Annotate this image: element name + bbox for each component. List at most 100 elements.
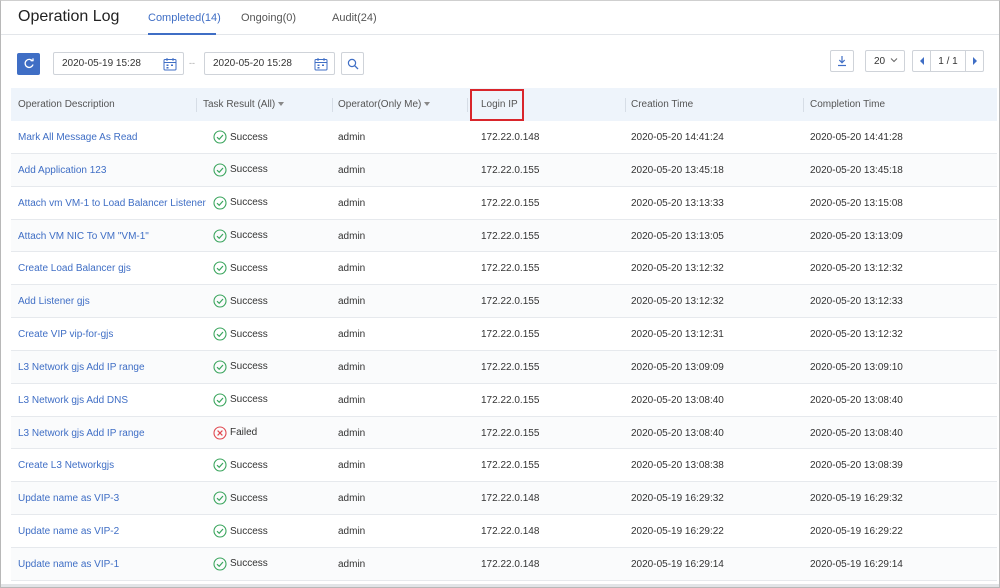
creation-time-cell: 2020-05-19 16:29:14 (631, 558, 724, 570)
task-result-cell: Failed (213, 426, 257, 440)
page-header: Operation Log Completed(14) Ongoing(0) A… (1, 1, 999, 35)
success-check-icon (213, 228, 227, 243)
success-check-icon (213, 327, 227, 341)
completion-time-cell: 2020-05-20 13:08:39 (810, 460, 903, 472)
table-row: L3 Network gjs Add IP range Success admin 1… (11, 350, 997, 384)
task-result-cell: Success (213, 327, 268, 341)
end-date-value: 2020-05-20 15:28 (213, 58, 292, 69)
completion-time-cell: 2020-05-20 13:45:18 (810, 164, 903, 176)
creation-time-cell: 2020-05-20 14:41:24 (631, 132, 724, 143)
operation-description-link[interactable]: Update name as VIP-1 (18, 559, 119, 570)
success-check-icon (213, 360, 227, 374)
login-ip-cell: 172.22.0.148 (481, 132, 540, 143)
page-info: 1 / 1 (938, 56, 958, 67)
failed-x-icon (213, 426, 227, 440)
operation-description-link[interactable]: L3 Network gjs Add DNS (18, 395, 128, 406)
prev-page-button[interactable] (913, 51, 931, 71)
success-check-icon (213, 261, 227, 275)
search-button[interactable] (341, 52, 364, 75)
tab-audit[interactable]: Audit(24) (332, 12, 377, 24)
operator-cell: admin (338, 296, 366, 308)
filter-caret-icon[interactable] (278, 102, 285, 106)
bottom-scroll-edge (1, 584, 999, 587)
success-check-icon (213, 524, 227, 538)
operation-description-link[interactable]: Create Load Balancer gjs (18, 263, 131, 274)
completion-time-cell: 2020-05-20 13:12:32 (810, 329, 903, 341)
operation-description-link[interactable]: Update name as VIP-2 (18, 526, 119, 537)
operation-description-link[interactable]: Create L3 Networkgjs (18, 460, 114, 471)
login-ip-cell: 172.22.0.155 (481, 394, 540, 406)
operation-description-link[interactable]: Add Listener gjs (18, 296, 90, 307)
calendar-icon[interactable] (314, 57, 328, 71)
operation-description-link[interactable]: L3 Network gjs Add IP range (18, 362, 145, 373)
task-result-cell: Success (213, 196, 268, 210)
login-ip-highlight-box (470, 89, 524, 121)
task-result-cell: Success (213, 557, 268, 571)
calendar-icon[interactable] (163, 57, 177, 71)
download-icon (838, 56, 846, 67)
completion-time-cell: 2020-05-20 13:13:09 (810, 230, 903, 242)
table-row: Update name as VIP-1 Success admin 172.22.0… (11, 547, 997, 581)
search-icon (347, 58, 358, 69)
date-range-separator: -- (189, 58, 195, 68)
column-divider (332, 98, 333, 112)
operator-cell: admin (338, 230, 366, 242)
column-header-completion-time: Completion Time (810, 99, 886, 110)
download-button[interactable] (830, 50, 854, 72)
creation-time-cell: 2020-05-20 13:45:18 (631, 164, 724, 176)
completion-time-cell: 2020-05-19 16:29:22 (810, 526, 903, 538)
table-row: Create L3 Networkgjs Success admin 172.22.0… (11, 449, 997, 483)
operation-description-link[interactable]: Attach VM NIC To VM "VM-1" (18, 231, 149, 242)
task-result-label: Success (230, 492, 268, 504)
operator-cell: admin (338, 460, 366, 472)
tab-ongoing[interactable]: Ongoing(0) (241, 12, 296, 24)
success-check-icon (213, 491, 227, 505)
column-header-task-result[interactable]: Task Result (All) (203, 99, 285, 110)
creation-time-cell: 2020-05-20 13:08:40 (631, 427, 724, 439)
login-ip-cell: 172.22.0.155 (481, 230, 540, 242)
table-body: Mark All Message As Read Success admin 172.… (11, 121, 997, 581)
filter-caret-icon[interactable] (424, 102, 431, 106)
creation-time-cell: 2020-05-19 16:29:32 (631, 493, 724, 505)
task-result-label: Success (230, 295, 268, 307)
operation-description-link[interactable]: L3 Network gjs Add IP range (18, 428, 145, 439)
task-result-label: Success (230, 525, 268, 537)
task-result-label: Success (230, 459, 268, 471)
completion-time-cell: 2020-05-20 13:15:08 (810, 197, 903, 209)
start-date-input[interactable]: 2020-05-19 15:28 (53, 52, 184, 75)
refresh-button[interactable] (17, 53, 40, 75)
start-date-value: 2020-05-19 15:28 (62, 58, 141, 69)
operator-cell: admin (338, 427, 366, 439)
creation-time-cell: 2020-05-20 13:12:32 (631, 263, 724, 275)
operation-description-link[interactable]: Mark All Message As Read (18, 132, 138, 143)
operation-description-link[interactable]: Attach vm VM-1 to Load Balancer Listener (18, 198, 206, 209)
login-ip-cell: 172.22.0.155 (481, 197, 540, 209)
operation-log-table: Operation Description Task Result (All) … (11, 88, 997, 581)
column-header-creation-time: Creation Time (631, 99, 694, 110)
end-date-input[interactable]: 2020-05-20 15:28 (204, 52, 335, 75)
login-ip-cell: 172.22.0.155 (481, 296, 540, 308)
task-result-label: Success (230, 230, 268, 242)
next-page-button[interactable] (965, 51, 983, 71)
creation-time-cell: 2020-05-19 16:29:22 (631, 526, 724, 538)
page-size-select[interactable]: 20 (865, 50, 905, 72)
operator-cell: admin (338, 197, 366, 209)
operator-cell: admin (338, 132, 366, 143)
creation-time-cell: 2020-05-20 13:12:31 (631, 329, 724, 341)
task-result-cell: Success (213, 294, 268, 308)
column-header-description: Operation Description (18, 99, 115, 110)
column-divider (803, 98, 804, 112)
operation-description-link[interactable]: Create VIP vip-for-gjs (18, 329, 113, 340)
active-tab-indicator (148, 33, 216, 35)
tab-completed[interactable]: Completed(14) (148, 12, 221, 24)
operation-description-link[interactable]: Add Application 123 (18, 165, 106, 176)
creation-time-cell: 2020-05-20 13:13:05 (631, 230, 724, 242)
login-ip-cell: 172.22.0.155 (481, 361, 540, 373)
table-row: Update name as VIP-3 Success admin 172.22.0… (11, 482, 997, 516)
task-result-label: Success (230, 328, 268, 340)
operation-description-link[interactable]: Update name as VIP-3 (18, 493, 119, 504)
login-ip-cell: 172.22.0.155 (481, 460, 540, 472)
success-check-icon (213, 130, 227, 144)
column-header-operator[interactable]: Operator(Only Me) (338, 99, 431, 110)
success-check-icon (213, 458, 227, 472)
